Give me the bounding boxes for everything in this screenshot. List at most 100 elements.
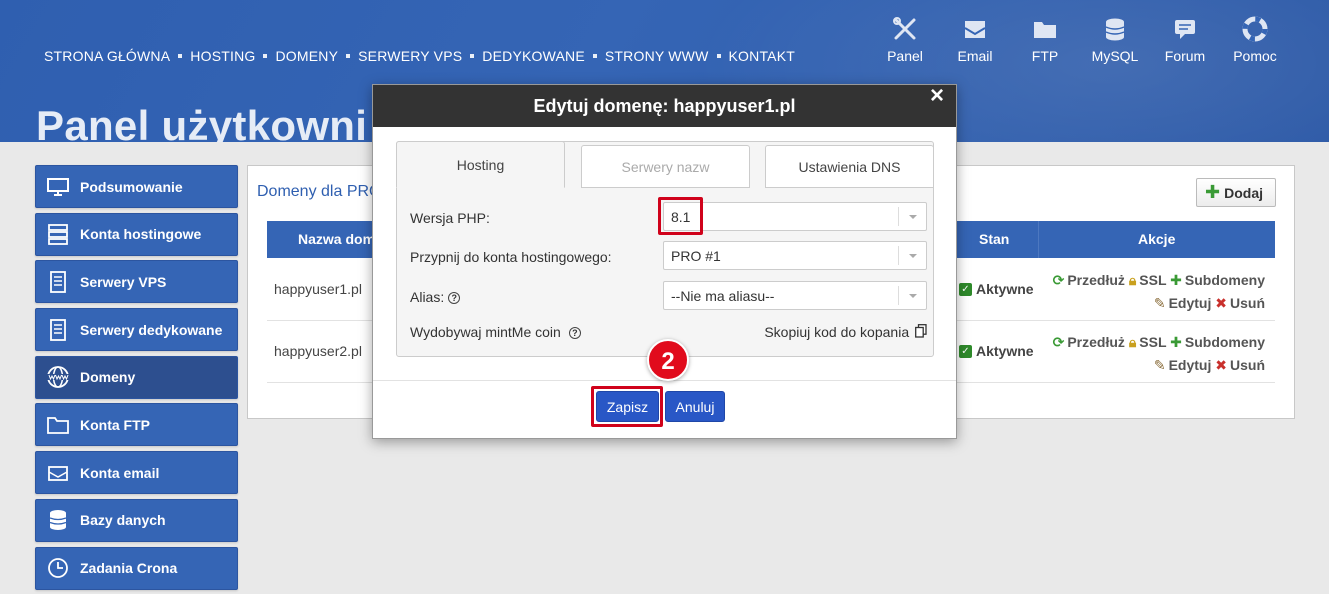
extend-label: Przedłuż [1067, 334, 1125, 350]
tab-nameservers[interactable]: Serwery nazw [581, 145, 750, 188]
nav-contact[interactable]: KONTAKT [729, 48, 795, 64]
hosting-account-value: PRO #1 [671, 248, 721, 264]
ssl-action[interactable]: 🔒︎ SSL [1129, 334, 1166, 350]
help-icon[interactable]: ? [448, 292, 461, 304]
chat-icon [1175, 20, 1195, 39]
alias-row: Alias:? [410, 289, 461, 305]
tab-hosting[interactable]: Hosting [396, 141, 565, 188]
server-stack-icon [48, 224, 68, 246]
quicklink-mysql[interactable]: MySQL [1080, 16, 1150, 64]
nav-domains[interactable]: DOMENY [275, 48, 338, 64]
extend-action[interactable]: ⟳ Przedłuż [1053, 334, 1125, 350]
lock-icon: 🔒︎ [1128, 334, 1137, 350]
delete-icon: ✖ [1215, 295, 1227, 311]
php-version-label: Wersja PHP: [410, 210, 490, 226]
nav-vps[interactable]: SERWERY VPS [358, 48, 462, 64]
nav-hosting[interactable]: HOSTING [190, 48, 255, 64]
status-badge: ✓ Aktywne [959, 343, 1034, 359]
quicklink-email[interactable]: Email [940, 16, 1010, 64]
tab-dns-settings[interactable]: Ustawienia DNS [765, 145, 934, 188]
sidebar-item-hosting-accounts[interactable]: Konta hostingowe [35, 212, 238, 256]
alias-label: Alias: [410, 289, 445, 305]
php-version-highlight [658, 197, 703, 235]
edit-label: Edytuj [1168, 295, 1212, 311]
mint-label: Wydobywaj mintMe coin [410, 324, 561, 340]
sidebar-item-summary[interactable]: Podsumowanie [35, 165, 238, 208]
sidebar: Podsumowanie Konta hostingowe Serwery VP… [35, 165, 238, 594]
edit-action[interactable]: ✎ Edytuj [1154, 295, 1212, 311]
subdomains-action[interactable]: ✚ Subdomeny [1170, 272, 1265, 288]
quicklink-label: Panel [887, 48, 923, 64]
sidebar-item-label: Konta hostingowe [80, 226, 202, 243]
lock-icon: 🔒︎ [1128, 272, 1137, 288]
lifebuoy-icon [1242, 16, 1268, 42]
delete-action[interactable]: ✖ Usuń [1215, 295, 1265, 311]
sidebar-item-label: Domeny [80, 369, 136, 386]
quicklink-ftp[interactable]: FTP [1010, 16, 1080, 64]
subdomains-action[interactable]: ✚ Subdomeny [1170, 334, 1265, 350]
sidebar-item-email[interactable]: Konta email [35, 451, 238, 495]
sidebar-item-label: Podsumowanie [80, 178, 183, 195]
envelope-icon [48, 465, 68, 481]
ssl-label: SSL [1139, 334, 1167, 350]
cancel-button[interactable]: Anuluj [665, 391, 725, 422]
status-badge: ✓ Aktywne [959, 281, 1034, 297]
sidebar-item-cron[interactable]: Zadania Crona [35, 546, 238, 590]
sidebar-item-databases[interactable]: Bazy danych [35, 498, 238, 542]
chevron-down-icon [898, 286, 926, 305]
sidebar-item-label: Bazy danych [80, 512, 166, 529]
row-actions: ⟳ Przedłuż 🔒︎ SSL ✚ Subdomeny ✎ Edytuj ✖ Usuń [1053, 269, 1265, 315]
tools-icon [893, 17, 916, 40]
nav-separator [716, 54, 721, 58]
extend-action[interactable]: ⟳ Przedłuż [1053, 272, 1125, 288]
panel-title: Domeny dla PRO [257, 183, 382, 200]
nav-separator [592, 54, 597, 58]
status-label: Aktywne [976, 343, 1034, 359]
nav-dedicated[interactable]: DEDYKOWANE [482, 48, 585, 64]
sidebar-item-label: Serwery dedykowane [80, 321, 223, 338]
nav-separator [263, 54, 268, 58]
quick-links: Panel Email FTP MySQL Forum Pomoc [870, 16, 1290, 64]
sidebar-item-label: Konta FTP [80, 416, 150, 433]
sidebar-item-label: Zadania Crona [80, 560, 178, 576]
edit-action[interactable]: ✎ Edytuj [1154, 357, 1212, 373]
alias-value: --Nie ma aliasu-- [671, 288, 775, 304]
sidebar-item-ftp[interactable]: Konta FTP [35, 403, 238, 447]
sidebar-item-vps[interactable]: Serwery VPS [35, 260, 238, 304]
server-icon [50, 270, 66, 293]
nav-home[interactable]: STRONA GŁÓWNA [44, 48, 170, 64]
column-actions: Akcje [1138, 231, 1176, 247]
folder-icon [1034, 22, 1056, 38]
tab-panel: Hosting Serwery nazw Ustawienia DNS Wers… [396, 141, 934, 357]
clock-icon [48, 558, 68, 578]
mint-row: Wydobywaj mintMe coin? [410, 324, 581, 340]
extend-label: Przedłuż [1067, 272, 1125, 288]
ssl-action[interactable]: 🔒︎ SSL [1129, 272, 1166, 288]
help-icon[interactable]: ? [568, 327, 581, 339]
add-domain-button[interactable]: ✚ Dodaj [1196, 178, 1276, 207]
nav-separator [346, 54, 351, 58]
quicklink-forum[interactable]: Forum [1150, 16, 1220, 64]
hosting-account-select[interactable]: PRO #1 [663, 241, 927, 270]
delete-label: Usuń [1230, 357, 1265, 373]
ssl-label: SSL [1139, 272, 1167, 288]
sidebar-item-domains[interactable]: Domeny [35, 355, 238, 399]
sidebar-item-dedicated[interactable]: Serwery dedykowane [35, 308, 238, 352]
check-icon: ✓ [959, 282, 972, 296]
quicklink-help[interactable]: Pomoc [1220, 16, 1290, 64]
domain-name[interactable]: happyuser1.pl [274, 281, 362, 297]
nav-websites[interactable]: STRONY WWW [605, 48, 709, 64]
domain-name[interactable]: happyuser2.pl [274, 343, 362, 359]
quicklink-label: Pomoc [1233, 48, 1277, 64]
close-icon[interactable]: × [930, 84, 944, 108]
copy-code-link[interactable]: Skopiuj kod do kopania [764, 324, 927, 340]
delete-action[interactable]: ✖ Usuń [1215, 357, 1265, 373]
sidebar-item-label: Serwery VPS [80, 273, 167, 290]
quicklink-panel[interactable]: Panel [870, 16, 940, 64]
database-icon [49, 510, 67, 531]
plus-icon: ✚ [1170, 334, 1182, 350]
delete-label: Usuń [1230, 295, 1265, 311]
alias-select[interactable]: --Nie ma aliasu-- [663, 281, 927, 310]
nav-separator [178, 54, 183, 58]
dialog-title: Edytuj domenę: happyuser1.pl [533, 96, 796, 116]
